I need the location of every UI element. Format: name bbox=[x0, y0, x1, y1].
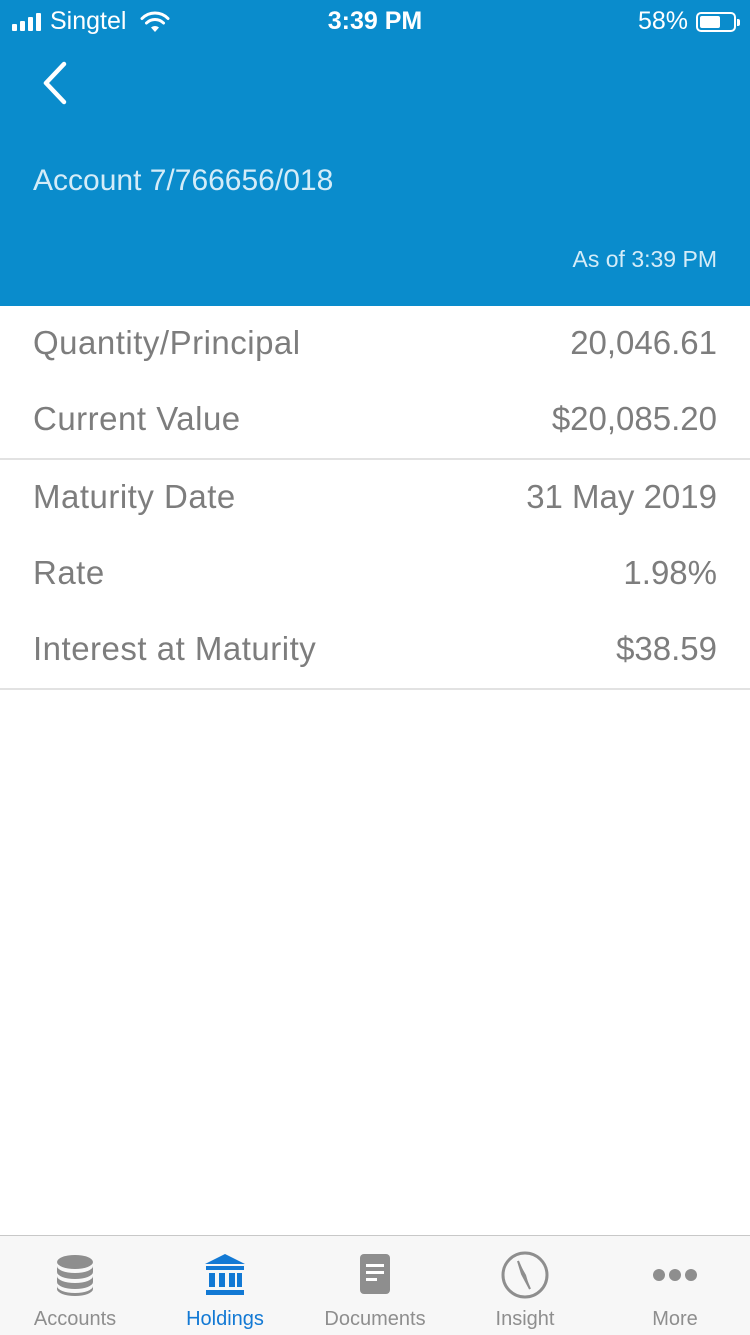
compass-icon bbox=[501, 1251, 549, 1299]
detail-value: $20,085.20 bbox=[551, 400, 717, 437]
detail-label: Current Value bbox=[33, 400, 241, 437]
detail-row-rate: Rate 1.98% bbox=[0, 536, 750, 612]
detail-label: Interest at Maturity bbox=[33, 630, 317, 667]
detail-value: 20,046.61 bbox=[570, 324, 717, 361]
account-header: Singtel 3:39 PM 58% Account 7/766656/018… bbox=[0, 0, 750, 306]
account-title: Account 7/766656/018 bbox=[33, 164, 334, 197]
status-right: 58% bbox=[637, 7, 740, 36]
battery-icon bbox=[696, 11, 740, 32]
tab-label: More bbox=[652, 1308, 698, 1330]
battery-percent: 58% bbox=[637, 7, 688, 35]
detail-value: $38.59 bbox=[616, 630, 717, 667]
more-dots-icon bbox=[653, 1269, 697, 1281]
tab-accounts[interactable]: Accounts bbox=[0, 1236, 150, 1335]
detail-value: 31 May 2019 bbox=[526, 478, 717, 515]
holding-summary-section: Quantity/Principal 20,046.61 Current Val… bbox=[0, 306, 750, 460]
tab-label: Insight bbox=[495, 1308, 555, 1330]
bottom-tab-bar: Accounts Holdings Documents Insight More bbox=[0, 1235, 750, 1335]
tab-label: Holdings bbox=[186, 1308, 264, 1330]
detail-row-current-value: Current Value $20,085.20 bbox=[0, 382, 750, 458]
tab-label: Documents bbox=[324, 1308, 426, 1330]
detail-row-maturity-date: Maturity Date 31 May 2019 bbox=[0, 460, 750, 536]
detail-row-interest-at-maturity: Interest at Maturity $38.59 bbox=[0, 612, 750, 688]
detail-label: Rate bbox=[33, 554, 105, 591]
status-bar: Singtel 3:39 PM 58% bbox=[0, 0, 750, 40]
maturity-details-section: Maturity Date 31 May 2019 Rate 1.98% Int… bbox=[0, 460, 750, 690]
tab-documents[interactable]: Documents bbox=[300, 1236, 450, 1335]
detail-label: Maturity Date bbox=[33, 478, 236, 515]
tab-more[interactable]: More bbox=[600, 1236, 750, 1335]
as-of-timestamp: As of 3:39 PM bbox=[572, 246, 717, 272]
back-chevron-icon[interactable] bbox=[36, 58, 76, 108]
tab-insight[interactable]: Insight bbox=[450, 1236, 600, 1335]
detail-row-quantity-principal: Quantity/Principal 20,046.61 bbox=[0, 306, 750, 382]
document-icon bbox=[360, 1254, 390, 1294]
detail-value: 1.98% bbox=[623, 554, 717, 591]
tab-label: Accounts bbox=[33, 1308, 117, 1330]
tab-holdings[interactable]: Holdings bbox=[150, 1236, 300, 1335]
database-icon bbox=[57, 1255, 93, 1296]
detail-label: Quantity/Principal bbox=[33, 324, 301, 361]
bank-icon bbox=[205, 1254, 245, 1295]
